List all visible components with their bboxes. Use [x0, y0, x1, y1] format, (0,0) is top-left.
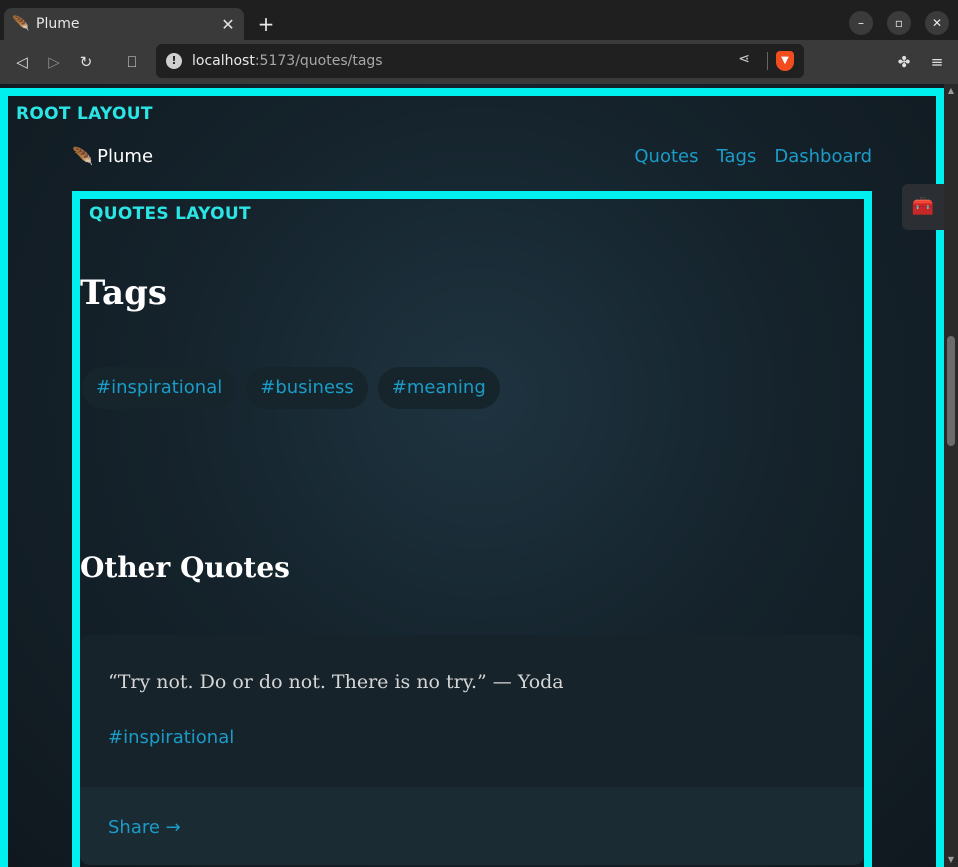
main-nav: Quotes Tags Dashboard — [634, 146, 872, 167]
forward-button[interactable]: ▷ — [42, 50, 66, 74]
quotes-layout-label: QUOTES LAYOUT — [89, 204, 251, 224]
tag-pill-business[interactable]: #business — [246, 367, 368, 409]
quote-text: “Try not. Do or do not. There is no try.… — [108, 671, 564, 693]
tag-pill-meaning[interactable]: #meaning — [377, 367, 500, 409]
quote-card-body: “Try not. Do or do not. There is no try.… — [80, 635, 864, 787]
brand-name: Plume — [97, 146, 154, 167]
reload-button[interactable]: ↻ — [74, 50, 98, 74]
site-info-icon[interactable]: ! — [166, 53, 182, 69]
maximize-button[interactable]: ▫ — [887, 11, 911, 35]
scroll-up-icon[interactable]: ▲ — [944, 84, 958, 98]
nav-link-tags[interactable]: Tags — [716, 146, 756, 167]
site-header: 🪶 Plume Quotes Tags Dashboard — [72, 146, 872, 174]
minimize-button[interactable]: – — [849, 11, 873, 35]
tab-strip: 🪶 Plume ✕ + – ▫ ✕ — [0, 0, 958, 40]
page-title: Tags — [80, 273, 167, 313]
feather-icon: 🪶 — [72, 147, 94, 167]
close-window-button[interactable]: ✕ — [925, 11, 949, 35]
new-tab-button[interactable]: + — [254, 12, 278, 36]
brand-link[interactable]: 🪶 Plume — [72, 146, 153, 167]
brave-shields-icon[interactable]: ▼ — [776, 51, 794, 71]
close-tab-icon[interactable]: ✕ — [220, 15, 236, 34]
menu-icon[interactable]: ≡ — [925, 50, 949, 74]
back-button[interactable]: ◁ — [10, 50, 34, 74]
root-layout-label: ROOT LAYOUT — [16, 104, 153, 124]
bookmark-icon[interactable]: ⎕ — [120, 50, 144, 74]
share-link[interactable]: Share → — [108, 817, 181, 838]
toolbox-icon[interactable]: 🧰 — [902, 184, 944, 230]
address-bar[interactable]: ! localhost:5173/quotes/tags ⋖ ▼ — [156, 44, 804, 78]
nav-link-quotes[interactable]: Quotes — [634, 146, 698, 167]
tag-list: #inspirational #business #meaning — [82, 367, 500, 409]
nav-link-dashboard[interactable]: Dashboard — [774, 146, 872, 167]
quote-card: “Try not. Do or do not. There is no try.… — [80, 635, 864, 865]
extensions-icon[interactable]: ✤ — [892, 50, 916, 74]
page-viewport: ROOT LAYOUT 🪶 Plume Quotes Tags Dashboard… — [0, 84, 958, 867]
browser-toolbar: ◁ ▷ ↻ ⎕ ! localhost:5173/quotes/tags ⋖ ▼… — [0, 40, 958, 84]
divider — [767, 52, 768, 70]
share-icon[interactable]: ⋖ — [738, 51, 750, 67]
quote-card-footer: Share → — [80, 787, 864, 865]
other-quotes-heading: Other Quotes — [80, 551, 290, 584]
url-host: localhost — [192, 53, 255, 69]
scrollbar-thumb[interactable] — [947, 336, 955, 446]
browser-tab[interactable]: 🪶 Plume ✕ — [4, 8, 244, 40]
scroll-down-icon[interactable]: ▼ — [944, 853, 958, 867]
feather-icon: 🪶 — [12, 16, 30, 32]
tag-pill-inspirational[interactable]: #inspirational — [82, 367, 237, 409]
tab-title: Plume — [36, 16, 80, 32]
url-path: :5173/quotes/tags — [254, 53, 383, 69]
quotes-layout: QUOTES LAYOUT Tags #inspirational #busin… — [72, 191, 872, 867]
page-scrollbar[interactable]: ▲ ▼ — [944, 84, 958, 867]
quote-tag-link[interactable]: #inspirational — [108, 727, 234, 748]
